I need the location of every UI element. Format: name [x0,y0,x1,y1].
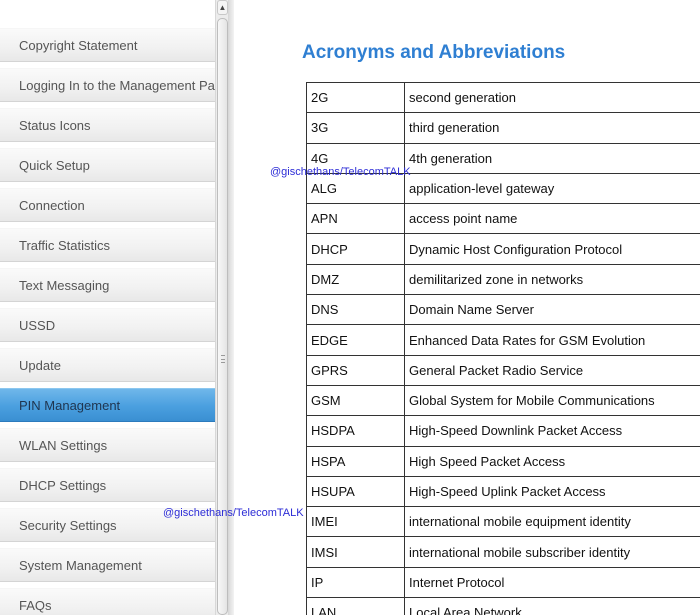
definition-cell: second generation [404,81,700,114]
acronym-cell: GPRS [306,354,405,386]
definition-cell: High-Speed Uplink Packet Access [404,475,700,508]
table-row: HSUPA High-Speed Uplink Packet Access [306,475,700,508]
sidebar-item[interactable]: Traffic Statistics [0,228,215,262]
sidebar-item[interactable]: Quick Setup [0,148,215,182]
acronym-cell: 2G [306,81,405,114]
definition-cell: Dynamic Host Configuration Protocol [404,233,700,265]
grip-icon [221,355,225,363]
scroll-up-button[interactable]: ▲ [217,0,228,15]
chevron-up-icon: ▲ [218,3,227,12]
acronym-cell: APN [306,203,405,235]
sidebar-item[interactable]: Logging In to the Management Page [0,68,215,102]
sidebar-nav: Copyright Statement Logging In to the Man… [0,28,215,615]
definition-cell: Global System for Mobile Communications [404,384,700,417]
table-row: DNS Domain Name Server [306,294,700,326]
acronym-cell: LAN [306,597,405,615]
acronym-cell: HSPA [306,445,405,477]
table-row: IMEI international mobile equipment ident… [306,506,700,538]
acronym-cell: DNS [306,294,405,326]
definition-cell: 4th generation [404,142,700,174]
sidebar-item[interactable]: USSD [0,308,215,342]
page-title: Acronyms and Abbreviations [302,42,566,63]
watermark-text: @gischethans/TelecomTALK [163,507,304,519]
table-row: 3G third generation [306,112,700,144]
sidebar: Copyright Statement Logging In to the Man… [0,0,215,615]
acronym-cell: IP [306,566,405,599]
definition-cell: Internet Protocol [404,566,700,599]
table-row: HSDPA High-Speed Downlink Packet Access [306,415,700,447]
definition-cell: General Packet Radio Service [404,354,700,386]
definition-cell: Local Area Network [404,597,700,615]
definition-cell: application-level gateway [404,172,700,205]
acronym-cell: DHCP [306,233,405,265]
table-row: LAN Local Area Network [306,597,700,615]
table-row: EDGE Enhanced Data Rates for GSM Evolutio… [306,324,700,356]
splitter[interactable] [229,0,234,615]
sidebar-item[interactable]: Connection [0,188,215,222]
sidebar-item[interactable]: FAQs [0,588,215,615]
table-row: DMZ demilitarized zone in networks [306,263,700,296]
sidebar-item[interactable]: DHCP Settings [0,468,215,502]
acronym-cell: EDGE [306,324,405,356]
acronym-cell: 3G [306,112,405,144]
scroll-thumb[interactable] [217,18,228,615]
definition-cell: High-Speed Downlink Packet Access [404,415,700,447]
table-row: GSM Global System for Mobile Communicatio… [306,384,700,417]
sidebar-scrollbar[interactable]: ▲ [215,0,229,615]
sidebar-item[interactable]: Status Icons [0,108,215,142]
sidebar-item[interactable]: Copyright Statement [0,28,215,62]
definition-cell: demilitarized zone in networks [404,263,700,296]
sidebar-item[interactable]: PIN Management [0,388,215,422]
acronym-cell: HSUPA [306,475,405,508]
sidebar-item[interactable]: Update [0,348,215,382]
definition-cell: access point name [404,203,700,235]
definition-cell: Enhanced Data Rates for GSM Evolution [404,324,700,356]
definition-cell: Domain Name Server [404,294,700,326]
table-row: IMSI international mobile subscriber iden… [306,536,700,568]
acronyms-table: 2G second generation 3G third generation 4G 4… [306,81,700,615]
sidebar-item[interactable]: WLAN Settings [0,428,215,462]
table-row: APN access point name [306,203,700,235]
acronym-cell: IMEI [306,506,405,538]
table-row: 2G second generation [306,81,700,114]
acronym-cell: DMZ [306,263,405,296]
table-row: GPRS General Packet Radio Service [306,354,700,386]
acronym-cell: HSDPA [306,415,405,447]
table-row: IP Internet Protocol [306,566,700,599]
table-row: HSPA High Speed Packet Access [306,445,700,477]
sidebar-item[interactable]: Text Messaging [0,268,215,302]
definition-cell: international mobile subscriber identity [404,536,700,568]
table-row: DHCP Dynamic Host Configuration Protocol [306,233,700,265]
acronym-cell: IMSI [306,536,405,568]
watermark-text: @gischethans/TelecomTALK [270,166,411,178]
sidebar-item[interactable]: System Management [0,548,215,582]
acronym-cell: GSM [306,384,405,417]
definition-cell: third generation [404,112,700,144]
definition-cell: High Speed Packet Access [404,445,700,477]
definition-cell: international mobile equipment identity [404,506,700,538]
